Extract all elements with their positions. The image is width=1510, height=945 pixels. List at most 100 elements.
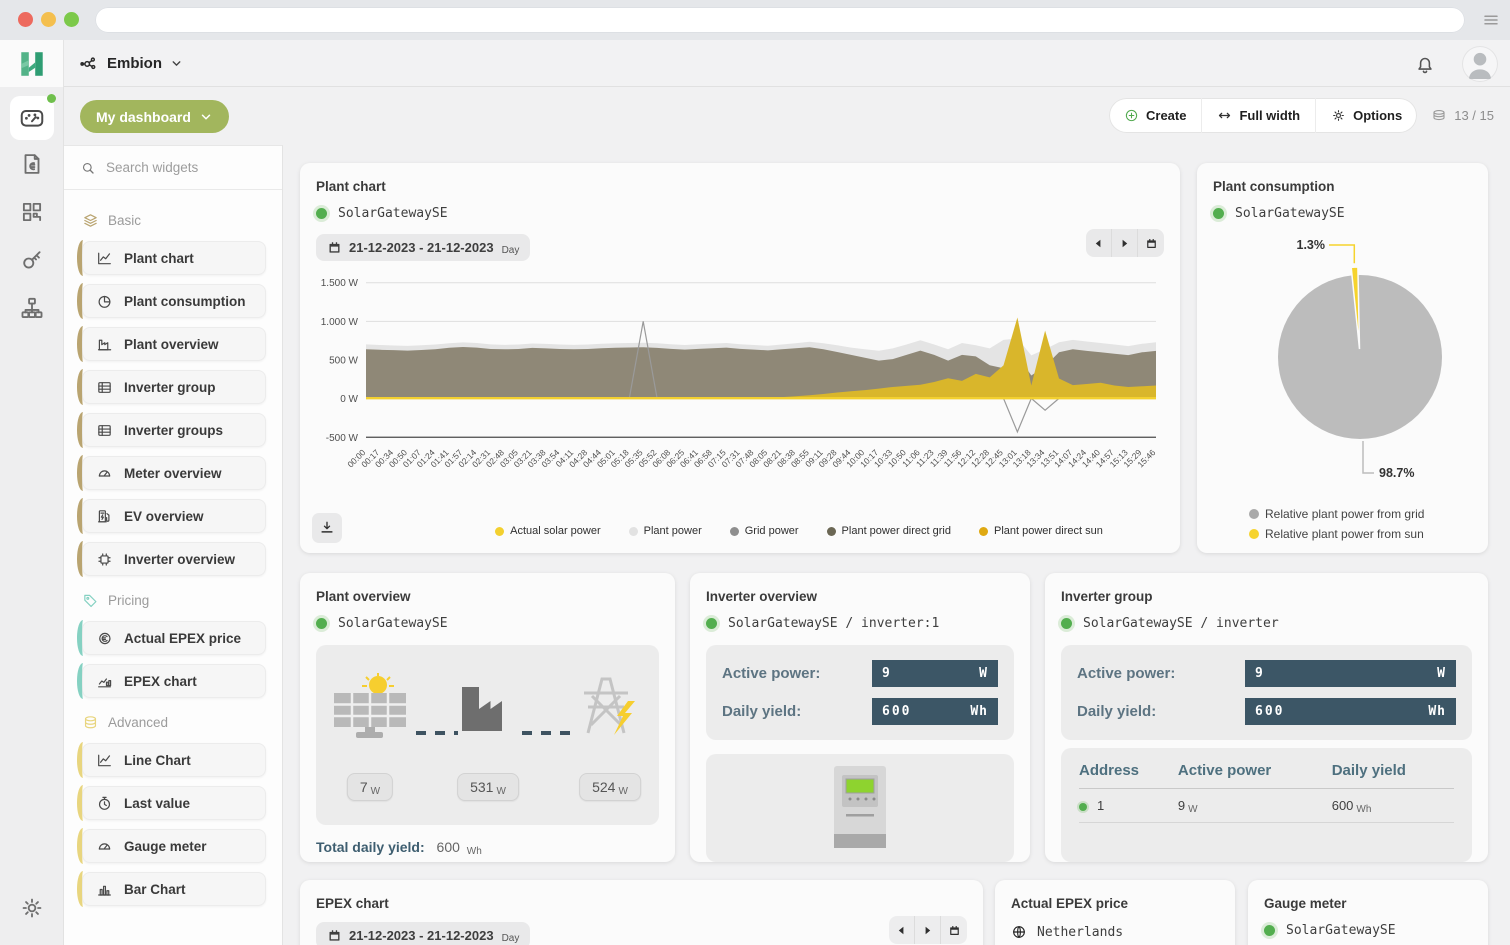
key-icon[interactable] [19,247,45,273]
device-name: SolarGatewaySE [338,206,448,221]
item-accent [77,828,89,863]
traffic-minimize-button[interactable] [41,12,56,27]
widget-item-label: Gauge meter [124,839,207,854]
device-name: SolarGatewaySE / inverter:1 [728,616,939,631]
calendar-jump-button[interactable] [1138,229,1164,257]
item-accent [77,871,89,906]
kv-value-box: 600Wh [1245,698,1456,725]
status-dot [706,618,717,629]
bar-chart-icon [96,881,113,898]
total-daily-yield-unit: Wh [467,846,482,857]
inverter-table-body: 19W600Wh [1079,789,1454,823]
table-header-row: AddressActive powerDaily yield [1079,762,1454,789]
stopwatch-icon [96,795,113,812]
dashboard-selector-button[interactable]: My dashboard [80,100,229,133]
column-header-daily-yield: Daily yield [1332,762,1454,789]
legend-dot [1249,529,1259,539]
flow-connector [416,731,458,735]
widgets-grid-icon[interactable] [19,199,45,225]
settings-gear-icon[interactable] [19,895,45,921]
price-chart-icon [96,673,113,690]
item-accent [77,240,89,275]
region-row: Netherlands [1011,924,1219,940]
widget-item-label: Plant overview [124,337,219,352]
download-chart-button[interactable] [312,513,342,543]
card-inverter-overview: Inverter overview SolarGatewaySE / inver… [690,573,1030,862]
status-dot [316,618,327,629]
device-row: SolarGatewaySE [1264,923,1472,938]
date-granularity: Day [502,245,520,256]
legend-item-grid-power: Grid power [730,525,799,537]
item-accent [77,369,89,404]
notifications-bell-icon[interactable] [1414,53,1436,75]
arrow-left-icon [1092,237,1105,250]
date-range-picker[interactable]: 21-12-2023 - 21-12-2023 Day [316,234,530,261]
invoice-icon[interactable] [19,151,45,177]
traffic-close-button[interactable] [18,12,33,27]
tag-icon [82,592,99,609]
widget-item-meter-overview[interactable]: Meter overview [82,456,266,490]
svg-text:98.7%: 98.7% [1379,466,1414,480]
table-icon [96,379,113,396]
browser-menu-icon[interactable] [1482,11,1500,29]
sitemap-icon[interactable] [19,295,45,321]
kv-value: 600 [1255,704,1284,719]
svg-text:1.500 W: 1.500 W [321,278,359,289]
total-daily-yield: Total daily yield: 600 Wh [316,839,659,855]
url-bar[interactable] [95,7,1465,33]
kv-label: Daily yield: [1077,703,1245,720]
widget-item-line-chart[interactable]: Line Chart [82,743,266,777]
widget-item-gauge-meter[interactable]: Gauge meter [82,829,266,863]
group-values-panel: Active power:9WDaily yield:600Wh [1061,645,1472,740]
search-input[interactable] [106,160,256,175]
widget-item-label: Actual EPEX price [124,631,241,646]
device-row: SolarGatewaySE / inverter:1 [706,616,1014,631]
legend-dot [730,527,739,536]
consumption-legend: Relative plant power from gridRelative p… [1249,507,1424,541]
widget-item-ev-overview[interactable]: EV overview [82,499,266,533]
widget-item-plant-consumption[interactable]: Plant consumption [82,284,266,318]
sidebar-sections: Basic Plant chart Plant consumption Plant o… [64,190,282,906]
gauge-icon [96,465,113,482]
kv-label: Active power: [722,665,872,682]
traffic-zoom-button[interactable] [64,12,79,27]
org-switcher[interactable]: Embion [78,40,183,87]
calendar-icon [948,924,961,937]
section-label: Basic [108,213,141,228]
app-logo[interactable] [0,40,64,87]
device-row: SolarGatewaySE [316,206,1164,221]
widget-item-plant-overview[interactable]: Plant overview [82,327,266,361]
rail-item-dashboard[interactable] [10,96,54,140]
widget-item-epex-chart[interactable]: EPEX chart [82,664,266,698]
widget-item-inverter-overview[interactable]: Inverter overview [82,542,266,576]
prev-period-button[interactable] [889,916,915,944]
next-period-button[interactable] [915,916,941,944]
date-nav-group [1086,229,1164,257]
prev-period-button[interactable] [1086,229,1112,257]
widget-item-last-value[interactable]: Last value [82,786,266,820]
widget-count-label: 13 / 15 [1454,108,1494,123]
globe-icon [1011,924,1027,940]
widget-item-label: Bar Chart [124,882,186,897]
widget-item-inverter-group[interactable]: Inverter group [82,370,266,404]
svg-text:500 W: 500 W [329,356,358,367]
next-period-button[interactable] [1112,229,1138,257]
widget-item-plant-chart[interactable]: Plant chart [82,241,266,275]
full-width-button[interactable]: Full width [1202,98,1316,133]
options-button[interactable]: Options [1316,98,1417,133]
arrows-horizontal-icon [1217,108,1232,123]
user-avatar[interactable] [1462,46,1498,82]
legend-item-actual-solar-power: Actual solar power [495,525,601,537]
widget-item-label: EV overview [124,509,204,524]
calendar-jump-button[interactable] [941,916,967,944]
plus-circle-icon [1124,108,1139,123]
widget-item-bar-chart[interactable]: Bar Chart [82,872,266,906]
card-title: EPEX chart [316,896,967,911]
widget-item-actual-epex-price[interactable]: Actual EPEX price [82,621,266,655]
widget-item-inverter-groups[interactable]: Inverter groups [82,413,266,447]
date-range-picker[interactable]: 21-12-2023 - 21-12-2023 Day [316,922,530,945]
create-button[interactable]: Create [1109,98,1202,133]
pie-chart-icon [96,293,113,310]
item-accent [77,785,89,820]
card-title: Plant consumption [1213,179,1472,194]
